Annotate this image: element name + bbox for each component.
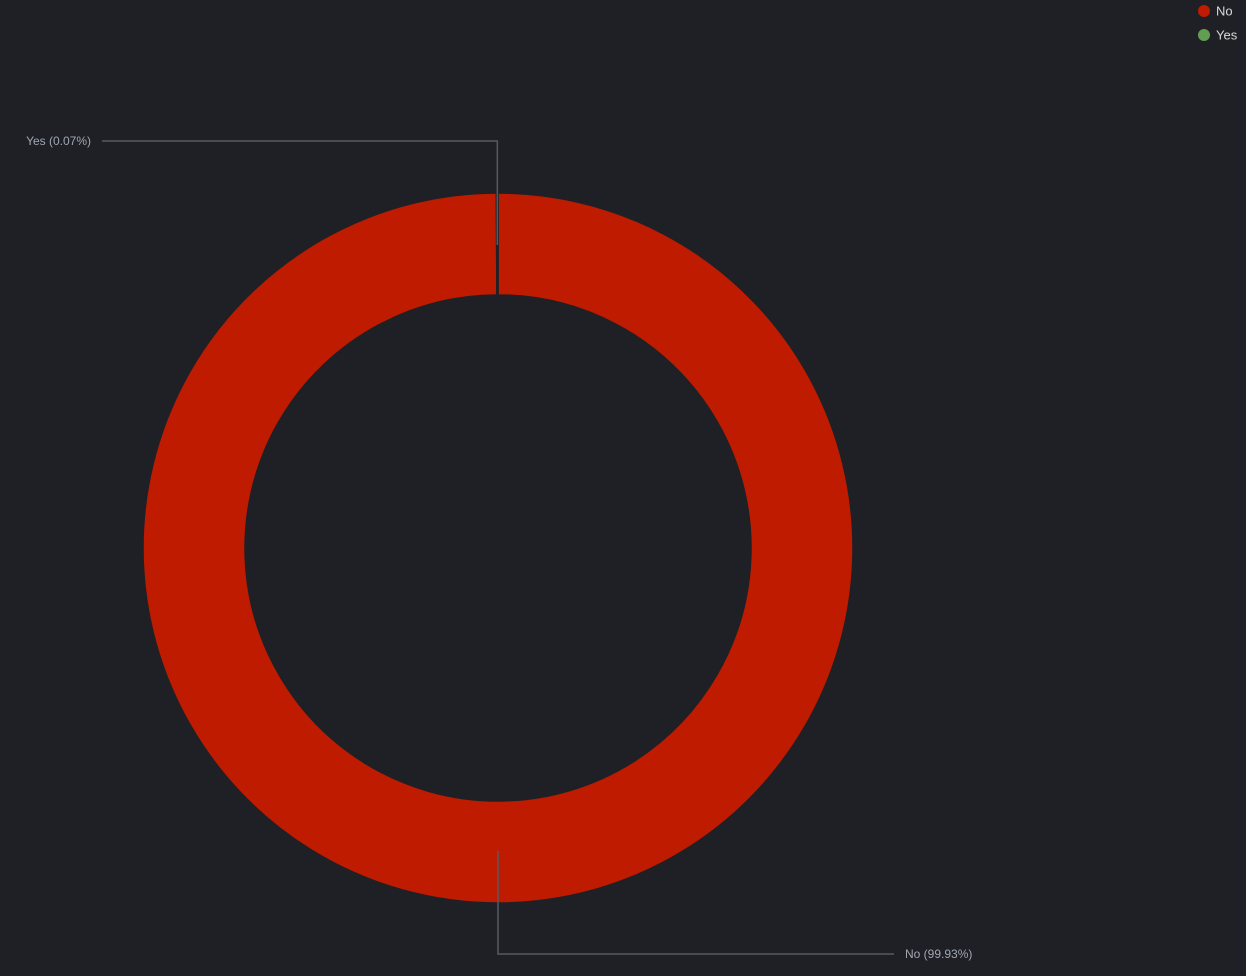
donut-slices	[142, 192, 854, 904]
callout-label-yes: Yes (0.07%)	[26, 134, 91, 148]
legend-swatch-no	[1198, 5, 1210, 17]
chart-canvas: No (99.93%) Yes (0.07%) No Yes	[26, 4, 1238, 962]
donut-chart: No (99.93%) Yes (0.07%) No Yes	[0, 0, 1246, 971]
slice-no[interactable]	[142, 192, 854, 904]
legend-label-no: No	[1216, 4, 1233, 19]
legend: No Yes	[1198, 4, 1238, 43]
legend-item-yes[interactable]: Yes	[1198, 28, 1238, 43]
callout-label-no: No (99.93%)	[905, 947, 972, 961]
legend-item-no[interactable]: No	[1198, 4, 1233, 19]
legend-label-yes: Yes	[1216, 28, 1238, 43]
legend-swatch-yes	[1198, 29, 1210, 41]
